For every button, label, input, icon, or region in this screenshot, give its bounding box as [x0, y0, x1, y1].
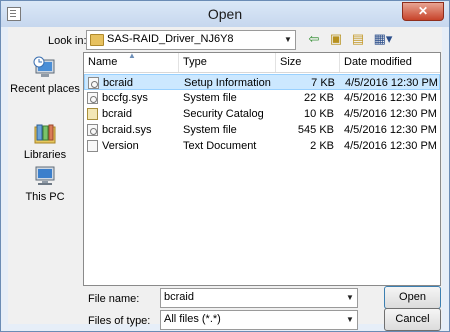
file-name: bcraid.sys	[102, 124, 152, 136]
look-in-value: SAS-RAID_Driver_NJ6Y8	[107, 33, 234, 45]
table-row[interactable]: bcraid Security Catalog 10 KB 4/5/2016 1…	[84, 106, 440, 122]
file-type: System file	[183, 124, 237, 136]
cancel-button[interactable]: Cancel	[384, 308, 441, 331]
file-date: 4/5/2016 12:30 PM	[345, 77, 438, 89]
file-size: 545 KB	[297, 124, 334, 136]
table-row[interactable]: bcraid Setup Information 7 KB 4/5/2016 1…	[84, 74, 440, 90]
place-libraries[interactable]: Libraries	[10, 122, 80, 161]
system-file-icon	[87, 92, 98, 104]
this-pc-icon	[35, 166, 55, 185]
place-recent-places[interactable]: Recent places	[10, 56, 80, 95]
file-name-value: bcraid	[164, 291, 194, 303]
files-of-type-label: Files of type:	[88, 315, 151, 327]
column-header-name[interactable]: ▲ Name	[84, 51, 179, 72]
file-name: bcraid	[103, 77, 133, 89]
folder-icon	[90, 34, 104, 46]
file-type: Text Document	[183, 140, 257, 152]
look-in-dropdown[interactable]: SAS-RAID_Driver_NJ6Y8 ▼	[86, 30, 296, 50]
place-label: Recent places	[10, 83, 80, 95]
dialog-body: Look in: SAS-RAID_Driver_NJ6Y8 ▼ ⇦ ▣ ▤ ▦…	[8, 27, 442, 331]
title-bar[interactable]: Open ✕	[1, 1, 449, 27]
table-row[interactable]: bccfg.sys System file 22 KB 4/5/2016 12:…	[84, 90, 440, 106]
back-icon[interactable]: ⇦	[304, 30, 324, 48]
table-row[interactable]: Version Text Document 2 KB 4/5/2016 12:3…	[84, 138, 440, 154]
file-name: Version	[102, 140, 139, 152]
chevron-down-icon[interactable]: ▼	[343, 289, 357, 307]
chevron-down-icon[interactable]: ▼	[281, 31, 295, 49]
setup-info-icon	[88, 77, 99, 89]
column-header-size[interactable]: Size	[276, 53, 340, 72]
table-row[interactable]: bcraid.sys System file 545 KB 4/5/2016 1…	[84, 122, 440, 138]
text-document-icon	[87, 140, 98, 152]
files-of-type-dropdown[interactable]: All files (*.*) ▼	[160, 310, 358, 330]
open-button[interactable]: Open	[384, 286, 441, 309]
view-menu-icon[interactable]: ▦▾	[369, 30, 397, 48]
close-button[interactable]: ✕	[402, 2, 444, 21]
file-date: 4/5/2016 12:30 PM	[344, 124, 437, 136]
column-header-type[interactable]: Type	[179, 53, 276, 72]
file-list[interactable]: ▲ Name Type Size Date modified bcraid Se…	[83, 51, 441, 286]
file-date: 4/5/2016 12:30 PM	[344, 92, 437, 104]
sort-ascending-icon: ▲	[128, 51, 136, 60]
window-title: Open	[207, 6, 243, 22]
file-size: 2 KB	[310, 140, 334, 152]
file-size: 7 KB	[311, 77, 335, 89]
file-size: 10 KB	[304, 108, 334, 120]
column-header-date-modified[interactable]: Date modified	[340, 53, 440, 72]
place-label: Libraries	[23, 149, 67, 161]
system-file-icon	[87, 124, 98, 136]
security-catalog-icon	[87, 108, 98, 120]
look-in-label: Look in:	[48, 35, 87, 47]
file-list-header: ▲ Name Type Size Date modified	[84, 51, 440, 73]
file-type: Security Catalog	[183, 108, 264, 120]
file-name: bcraid	[102, 108, 132, 120]
file-type: System file	[183, 92, 237, 104]
file-type: Setup Information	[184, 77, 271, 89]
file-date: 4/5/2016 12:30 PM	[344, 108, 437, 120]
chevron-down-icon[interactable]: ▼	[343, 311, 357, 329]
place-this-pc[interactable]: This PC	[10, 164, 80, 203]
files-of-type-value: All files (*.*)	[164, 313, 221, 325]
file-name: bccfg.sys	[102, 92, 148, 104]
libraries-icon	[34, 124, 56, 144]
place-label: This PC	[25, 191, 65, 203]
file-date: 4/5/2016 12:30 PM	[344, 140, 437, 152]
file-name-label: File name:	[88, 293, 140, 305]
open-dialog: Open ✕ Look in: SAS-RAID_Driver_NJ6Y8 ▼ …	[0, 0, 450, 332]
new-folder-icon[interactable]: ▤	[348, 30, 368, 48]
file-name-input[interactable]: bcraid ▼	[160, 288, 358, 308]
up-folder-icon[interactable]: ▣	[326, 30, 346, 48]
places-bar: Recent places Libraries This PC	[10, 52, 80, 284]
recent-places-icon	[33, 56, 55, 77]
file-size: 22 KB	[304, 92, 334, 104]
